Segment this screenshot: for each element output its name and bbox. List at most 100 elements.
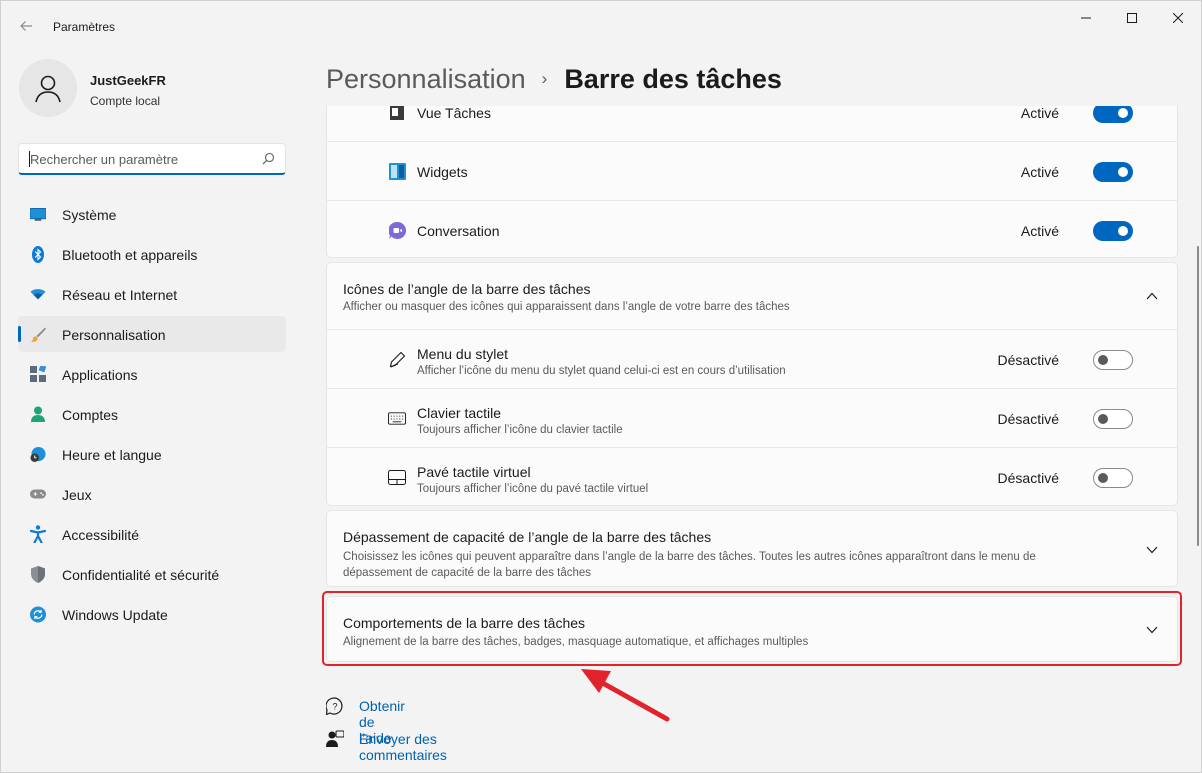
minimize-icon	[1081, 17, 1091, 19]
sidebar-item-label: Jeux	[62, 487, 92, 503]
page-title: Barre des tâches	[564, 63, 782, 94]
virtual-touchpad-toggle[interactable]	[1093, 468, 1133, 488]
breadcrumb: Personnalisation › Barre des tâches	[326, 61, 782, 97]
user-name: JustGeekFR	[90, 73, 166, 88]
sidebar-item-system[interactable]: Système	[18, 196, 286, 232]
breadcrumb-parent[interactable]: Personnalisation	[326, 64, 526, 95]
sidebar-item-label: Confidentialité et sécurité	[62, 567, 220, 583]
sidebar-item-apps[interactable]: Applications	[18, 356, 286, 392]
toggle-state: Activé	[1020, 164, 1059, 180]
corner-overflow-card[interactable]: Dépassement de capacité de l’angle de la…	[326, 510, 1178, 587]
sidebar-item-label: Système	[62, 207, 117, 223]
toggle-state: Activé	[1020, 223, 1059, 239]
sidebar-item-label: Windows Update	[62, 607, 168, 623]
setting-description: Toujours afficher l’icône du pavé tactil…	[417, 483, 649, 495]
sidebar-item-label: Bluetooth et appareils	[62, 247, 198, 263]
setting-label: Conversation	[417, 223, 500, 239]
sidebar-item-label: Heure et langue	[62, 447, 162, 463]
send-feedback-label[interactable]: Envoyer des commentaires	[359, 731, 447, 763]
corner-icons-header[interactable]: Icônes de l’angle de la barre des tâches…	[327, 263, 1177, 329]
section-subtitle: Choisissez les icônes qui peuvent appara…	[343, 551, 1036, 563]
help-chat-icon: ?	[326, 697, 343, 715]
task-view-icon	[388, 106, 406, 122]
bluetooth-icon	[30, 245, 46, 263]
sidebar-item-gaming[interactable]: Jeux	[18, 476, 286, 512]
settings-window: Paramètres JustGeekFR Compte local Systè…	[0, 0, 1202, 773]
taskbar-items-card: Vue Tâches Activé Widgets Activé Convers…	[326, 106, 1178, 258]
close-icon	[1173, 13, 1183, 23]
maximize-button[interactable]	[1109, 1, 1155, 35]
setting-row-virtual-touchpad: Pavé tactile virtuel Toujours afficher l…	[327, 447, 1177, 506]
scrollbar[interactable]	[1197, 246, 1199, 546]
sidebar-item-personalization[interactable]: Personnalisation	[18, 316, 286, 352]
setting-label: Menu du stylet	[417, 346, 509, 362]
account-type: Compte local	[90, 94, 161, 108]
shield-icon	[30, 565, 46, 583]
toggle-state: Activé	[1020, 106, 1059, 121]
apps-icon	[30, 366, 46, 382]
touchpad-icon	[388, 468, 406, 486]
chat-icon	[388, 221, 406, 239]
task-view-toggle[interactable]	[1093, 106, 1133, 123]
search-input[interactable]	[30, 144, 255, 174]
widgets-toggle[interactable]	[1093, 162, 1133, 182]
sidebar-item-network[interactable]: Réseau et Internet	[18, 276, 286, 312]
toggle-state: Désactivé	[997, 352, 1059, 368]
person-icon	[35, 75, 61, 103]
setting-label: Pavé tactile virtuel	[417, 464, 531, 480]
clock-globe-icon	[30, 446, 46, 462]
pen-menu-toggle[interactable]	[1093, 350, 1133, 370]
app-title: Paramètres	[53, 20, 116, 34]
section-subtitle-continued: dépassement de capacité de la barre des …	[343, 567, 592, 579]
gamepad-icon	[30, 486, 46, 502]
minimize-button[interactable]	[1063, 1, 1109, 35]
setting-row-task-view: Vue Tâches Activé	[327, 106, 1177, 141]
back-button[interactable]	[13, 13, 39, 39]
sidebar-item-accounts[interactable]: Comptes	[18, 396, 286, 432]
breadcrumb-separator: ›	[541, 69, 548, 88]
avatar	[19, 59, 77, 117]
widgets-icon	[388, 162, 406, 180]
corner-icons-card: Icônes de l’angle de la barre des tâches…	[326, 262, 1178, 506]
annotation-arrow-icon	[581, 669, 670, 722]
chat-toggle[interactable]	[1093, 221, 1133, 241]
sidebar-item-label: Applications	[62, 367, 138, 383]
setting-label: Widgets	[417, 164, 468, 180]
arrow-left-icon	[20, 21, 32, 31]
pen-icon	[388, 350, 406, 368]
wifi-icon	[30, 286, 46, 302]
setting-description: Afficher l’icône du menu du stylet quand…	[417, 365, 786, 377]
sidebar-nav: Système Bluetooth et appareils Réseau et…	[18, 196, 286, 636]
sidebar-item-windows-update[interactable]: Windows Update	[18, 596, 286, 632]
touch-keyboard-toggle[interactable]	[1093, 409, 1133, 429]
maximize-icon	[1127, 13, 1137, 23]
sidebar-item-accessibility[interactable]: Accessibilité	[18, 516, 286, 552]
setting-row-chat: Conversation Activé	[327, 200, 1177, 258]
update-icon	[30, 606, 46, 622]
system-icon	[30, 206, 46, 222]
section-title: Icônes de l’angle de la barre des tâches	[343, 281, 591, 297]
sidebar-item-privacy[interactable]: Confidentialité et sécurité	[18, 556, 286, 592]
sidebar-item-label: Accessibilité	[62, 527, 140, 543]
accessibility-icon	[30, 525, 46, 543]
feedback-icon	[326, 730, 344, 747]
section-subtitle: Afficher ou masquer des icônes qui appar…	[343, 301, 790, 313]
sidebar-item-time-language[interactable]: Heure et langue	[18, 436, 286, 472]
chevron-down-icon[interactable]	[1145, 543, 1159, 557]
setting-description: Toujours afficher l’icône du clavier tac…	[417, 424, 623, 436]
sidebar-item-label: Personnalisation	[62, 327, 166, 343]
person-icon	[30, 406, 46, 422]
chevron-up-icon[interactable]	[1145, 289, 1159, 303]
title-bar: Paramètres	[1, 1, 1201, 49]
user-profile[interactable]: JustGeekFR Compte local	[19, 59, 279, 119]
sidebar-item-label: Comptes	[62, 407, 119, 423]
setting-row-pen-menu: Menu du stylet Afficher l’icône du menu …	[327, 329, 1177, 388]
search-box[interactable]	[18, 143, 286, 175]
setting-row-touch-keyboard: Clavier tactile Toujours afficher l’icôn…	[327, 388, 1177, 447]
close-button[interactable]	[1155, 1, 1201, 35]
setting-label: Clavier tactile	[417, 405, 502, 421]
search-icon[interactable]	[262, 152, 275, 165]
sidebar-item-bluetooth[interactable]: Bluetooth et appareils	[18, 236, 286, 272]
keyboard-icon	[388, 409, 406, 427]
setting-label: Vue Tâches	[417, 106, 491, 121]
